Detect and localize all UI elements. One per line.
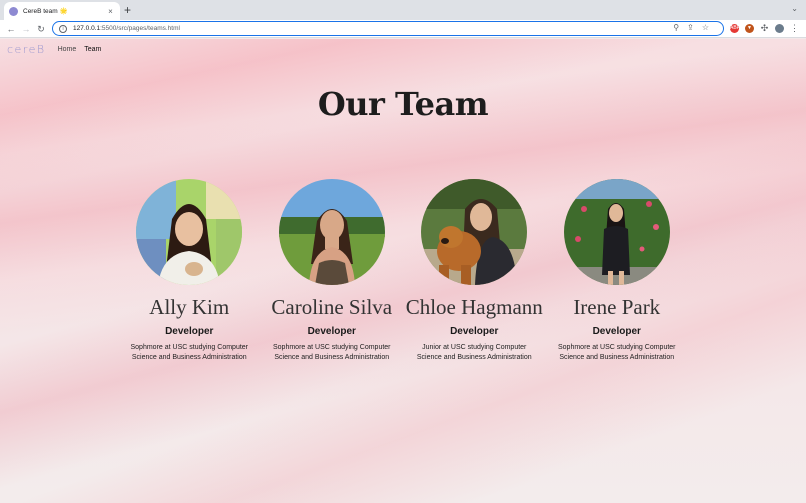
member-name: Caroline Silva — [271, 295, 393, 319]
team-member-card: Caroline Silva Developer Sophmore at USC… — [261, 179, 404, 363]
extension-shield-icon[interactable]: ▼ — [745, 24, 754, 33]
tab-title: CereB team 🌟 — [23, 8, 68, 15]
member-photo — [563, 179, 670, 285]
page: cereB Home Team Our Team Ally Kim Develo… — [0, 39, 806, 503]
back-icon[interactable]: ← — [5, 22, 17, 36]
forward-icon[interactable]: → — [20, 22, 32, 36]
zoom-icon[interactable]: ⚲ — [673, 23, 687, 32]
site-favicon-icon — [9, 6, 18, 16]
browser-toolbar: ← → ↻ i 127.0.0.1:5500/src/pages/teams.h… — [0, 20, 806, 38]
browser-tabstrip: CereB team 🌟 × + ⌄ — [0, 0, 806, 20]
member-bio: Sophmore at USC studying Computer Scienc… — [273, 344, 391, 361]
new-tab-button[interactable]: + — [124, 3, 131, 17]
member-bio: Sophmore at USC studying Computer Scienc… — [558, 344, 676, 361]
url-text: 127.0.0.1:5500/src/pages/teams.html — [73, 25, 180, 32]
nav-link-home[interactable]: Home — [58, 46, 77, 53]
member-bio: Junior at USC studying Computer Science … — [416, 344, 532, 361]
site-info-icon[interactable]: i — [59, 24, 67, 33]
reload-icon[interactable]: ↻ — [35, 22, 47, 36]
member-photo — [421, 179, 528, 285]
member-name: Chloe Hagmann — [405, 295, 543, 319]
team-members: Ally Kim Developer Sophmore at USC study… — [118, 179, 688, 363]
extension-abp-icon[interactable]: ABP — [730, 24, 740, 33]
extensions-puzzle-icon[interactable]: ✣ — [760, 24, 769, 33]
member-role: Developer — [165, 326, 214, 337]
browser-menu-icon[interactable]: ⋮ — [790, 24, 799, 33]
site-nav: cereB Home Team — [7, 43, 109, 56]
browser-tab[interactable]: CereB team 🌟 × — [4, 2, 120, 20]
member-photo — [278, 179, 385, 285]
team-member-card: Irene Park Developer Sophmore at USC stu… — [546, 179, 689, 363]
team-member-card: Ally Kim Developer Sophmore at USC study… — [118, 179, 261, 363]
tab-search-icon[interactable]: ⌄ — [791, 4, 798, 13]
member-photo — [136, 179, 243, 285]
member-name: Ally Kim — [149, 295, 230, 319]
profile-avatar[interactable] — [775, 24, 784, 33]
member-role: Developer — [307, 326, 356, 337]
bookmark-star-icon[interactable]: ☆ — [702, 23, 717, 32]
member-role: Developer — [592, 326, 641, 337]
site-logo[interactable]: cereB — [7, 43, 46, 56]
member-role: Developer — [450, 326, 499, 337]
member-name: Irene Park — [573, 295, 661, 319]
share-icon[interactable]: ⇪ — [687, 23, 702, 32]
nav-link-team[interactable]: Team — [84, 46, 101, 53]
tab-close-icon[interactable]: × — [106, 7, 115, 16]
team-member-card: Chloe Hagmann Developer Junior at USC st… — [403, 179, 546, 363]
address-bar[interactable]: i 127.0.0.1:5500/src/pages/teams.html ⚲⇪… — [52, 21, 724, 36]
page-title: Our Team — [317, 85, 489, 123]
member-bio: Sophmore at USC studying Computer Scienc… — [130, 344, 249, 361]
